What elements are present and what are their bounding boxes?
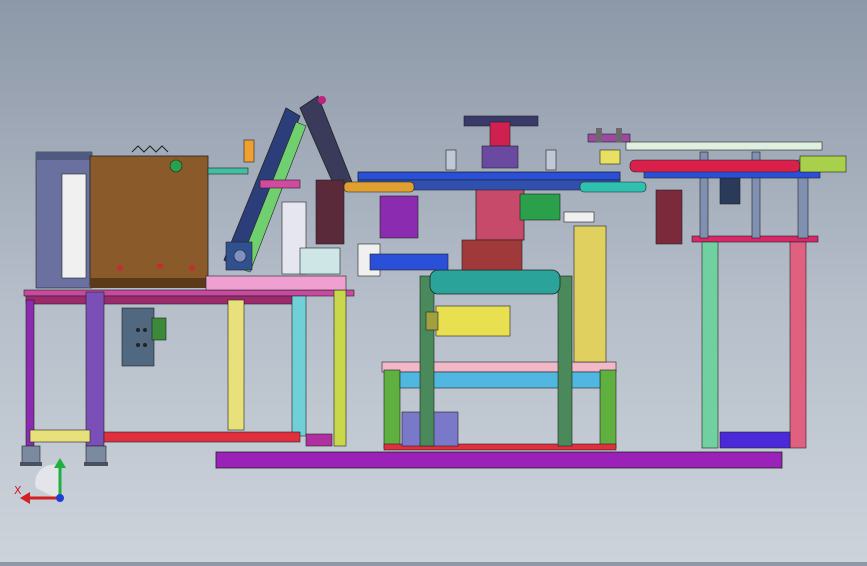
machine-assembly-drawing <box>20 95 847 469</box>
z-axis-dot <box>56 494 64 502</box>
x-axis-label: X <box>14 484 22 497</box>
coordinate-triad: X <box>14 458 66 504</box>
cad-viewport[interactable]: X <box>0 0 867 562</box>
